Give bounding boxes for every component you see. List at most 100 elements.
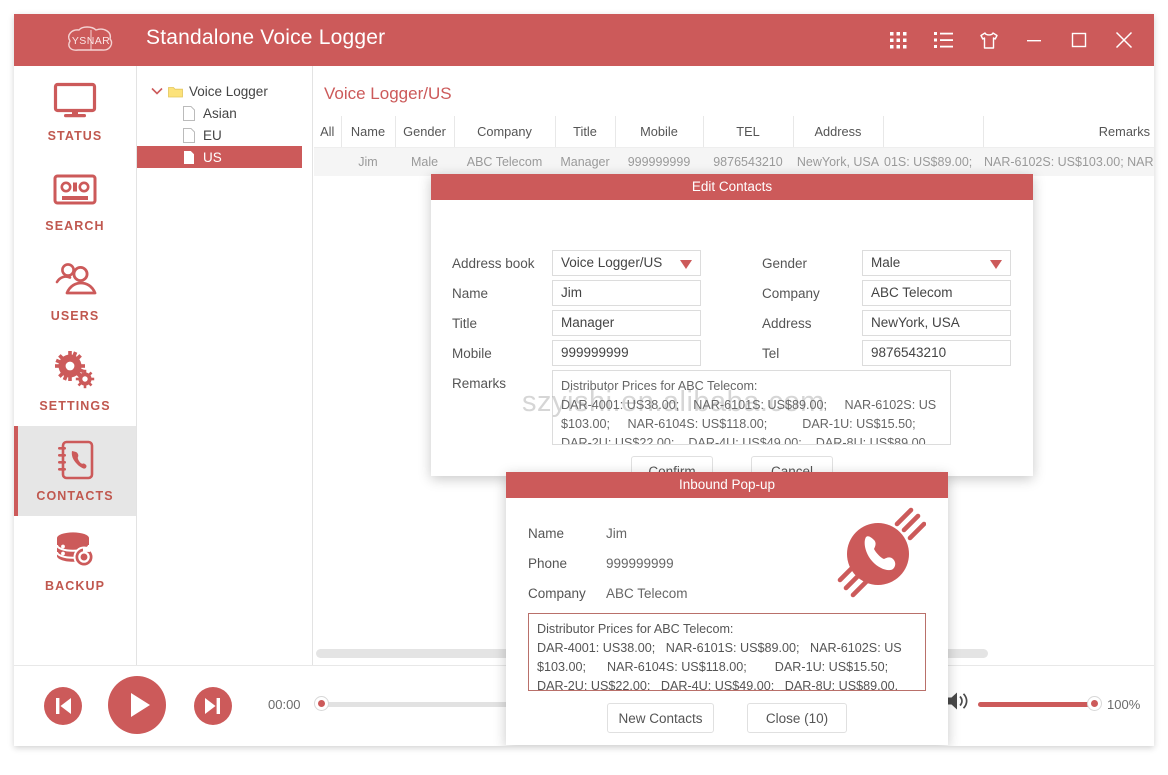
sidebar: STATUS SEARCH <box>14 66 137 666</box>
column-header-spacer[interactable] <box>883 116 983 148</box>
inbound-phone-label: Phone <box>528 556 567 571</box>
volume-slider-track[interactable] <box>978 702 1094 707</box>
maximize-icon[interactable] <box>1056 14 1101 66</box>
cell-gender: Male <box>395 148 454 177</box>
inbound-name-label: Name <box>528 526 564 541</box>
cell-address: NewYork, USA <box>793 148 883 177</box>
sidebar-item-users[interactable]: USERS <box>14 246 136 336</box>
cell-title: Manager <box>555 148 615 177</box>
inbound-phone-value: 999999999 <box>606 556 674 571</box>
app-logo-icon: YSNAR <box>62 25 120 55</box>
edit-contacts-dialog: Edit Contacts Address book Voice Logger/… <box>431 174 1033 476</box>
inbound-popup-dialog: Inbound Pop-up Name Jim Phone 999999999 … <box>506 472 948 745</box>
column-header-gender[interactable]: Gender <box>395 116 454 148</box>
users-icon <box>53 259 97 301</box>
cell-remarks: NAR-6102S: US$103.00; NAR-6 <box>983 148 1154 177</box>
sidebar-item-settings[interactable]: SETTINGS <box>14 336 136 426</box>
title-input[interactable]: Manager <box>552 310 701 336</box>
column-header-title[interactable]: Title <box>555 116 615 148</box>
tree-node-us[interactable]: US <box>137 146 302 168</box>
address-input[interactable]: NewYork, USA <box>862 310 1011 336</box>
column-header-mobile[interactable]: Mobile <box>615 116 703 148</box>
apps-grid-icon[interactable] <box>876 14 921 66</box>
gender-value: Male <box>871 255 900 270</box>
company-input[interactable]: ABC Telecom <box>862 280 1011 306</box>
tree-node-label: EU <box>203 128 222 143</box>
tree-node-root[interactable]: Voice Logger <box>137 80 312 102</box>
monitor-icon <box>53 79 97 121</box>
column-header-tel[interactable]: TEL <box>703 116 793 148</box>
app-title: Standalone Voice Logger <box>146 26 385 50</box>
close-button[interactable]: Close (10) <box>747 703 847 733</box>
sidebar-item-search[interactable]: SEARCH <box>14 156 136 246</box>
cassette-icon <box>53 169 97 211</box>
gender-label: Gender <box>762 256 807 271</box>
minimize-icon[interactable] <box>1011 14 1056 66</box>
volume-percent: 100% <box>1107 697 1140 712</box>
play-button[interactable] <box>108 676 166 739</box>
application-window: YSNAR Standalone Voice Logger <box>14 14 1154 746</box>
volume-slider-handle[interactable] <box>1087 696 1102 711</box>
column-header-remarks[interactable]: Remarks <box>983 116 1154 148</box>
sidebar-item-label: CONTACTS <box>36 489 113 503</box>
name-input[interactable]: Jim <box>552 280 701 306</box>
sidebar-item-label: SETTINGS <box>39 399 110 413</box>
tshirt-theme-icon[interactable] <box>966 14 1011 66</box>
seek-slider-handle[interactable] <box>314 696 329 711</box>
column-header-address[interactable]: Address <box>793 116 883 148</box>
column-header-name[interactable]: Name <box>341 116 395 148</box>
cell-all[interactable] <box>314 148 341 177</box>
tree-node-label: Asian <box>203 106 237 121</box>
contacts-table: All Name Gender Company Title Mobile TEL… <box>314 116 1154 176</box>
chevron-down-icon <box>990 260 1002 269</box>
tree-node-label: Voice Logger <box>189 84 268 99</box>
sidebar-item-label: USERS <box>51 309 100 323</box>
remarks-textarea[interactable]: Distributor Prices for ABC Telecom: DAR-… <box>552 370 951 445</box>
volume-icon[interactable] <box>946 690 970 717</box>
gender-select[interactable]: Male <box>862 250 1011 276</box>
new-contacts-button[interactable]: New Contacts <box>607 703 714 733</box>
tel-input[interactable]: 9876543210 <box>862 340 1011 366</box>
address-book-label: Address book <box>452 256 535 271</box>
tree-node-label: US <box>203 150 222 165</box>
tel-label: Tel <box>762 346 779 361</box>
inbound-remarks-note: Distributor Prices for ABC Telecom: DAR-… <box>528 613 926 691</box>
sidebar-item-contacts[interactable]: CONTACTS <box>14 426 136 516</box>
app-root: YSNAR Standalone Voice Logger <box>0 0 1168 775</box>
close-icon[interactable] <box>1101 14 1146 66</box>
previous-button[interactable] <box>44 687 82 730</box>
breadcrumb: Voice Logger/US <box>324 84 452 104</box>
table-row[interactable]: Jim Male ABC Telecom Manager 999999999 9… <box>314 148 1154 177</box>
edit-contacts-dialog-title: Edit Contacts <box>431 174 1033 200</box>
inbound-company-label: Company <box>528 586 586 601</box>
sidebar-item-backup[interactable]: BACKUP <box>14 516 136 606</box>
tree-node-asian[interactable]: Asian <box>137 102 312 124</box>
chevron-down-icon <box>680 260 692 269</box>
cell-name: Jim <box>341 148 395 177</box>
sidebar-item-label: SEARCH <box>45 219 104 233</box>
sidebar-item-status[interactable]: STATUS <box>14 66 136 156</box>
phonebook-icon <box>55 439 95 481</box>
inbound-popup-dialog-title: Inbound Pop-up <box>506 472 948 498</box>
next-button[interactable] <box>194 687 232 730</box>
sidebar-item-label: BACKUP <box>45 579 105 593</box>
chevron-down-icon[interactable] <box>149 87 165 95</box>
gears-icon <box>53 349 97 391</box>
title-bar: YSNAR Standalone Voice Logger <box>14 14 1154 66</box>
list-icon[interactable] <box>921 14 966 66</box>
sidebar-item-label: STATUS <box>48 129 103 143</box>
mobile-label: Mobile <box>452 346 492 361</box>
column-header-company[interactable]: Company <box>454 116 555 148</box>
address-book-value: Voice Logger/US <box>561 255 662 270</box>
company-label: Company <box>762 286 820 301</box>
tree-node-eu[interactable]: EU <box>137 124 312 146</box>
cell-company: ABC Telecom <box>454 148 555 177</box>
column-header-all[interactable]: All <box>314 116 341 148</box>
svg-text:YSNAR: YSNAR <box>72 35 110 47</box>
inbound-name-value: Jim <box>606 526 627 541</box>
mobile-input[interactable]: 999999999 <box>552 340 701 366</box>
inbound-company-value: ABC Telecom <box>606 586 688 601</box>
address-book-select[interactable]: Voice Logger/US <box>552 250 701 276</box>
title-label: Title <box>452 316 477 331</box>
database-icon <box>52 529 98 571</box>
